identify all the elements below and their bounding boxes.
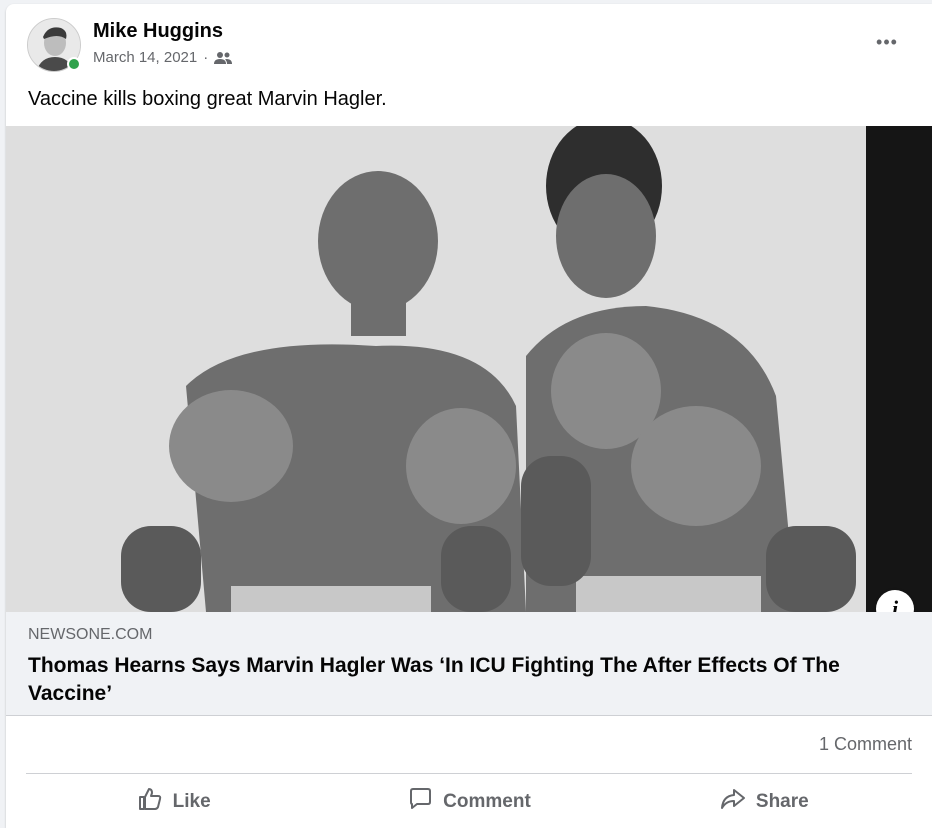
thumbs-up-icon [137, 786, 163, 818]
comment-button[interactable]: Comment [321, 776, 616, 828]
post-header: Mike Huggins March 14, 2021 · ••• Vaccin… [6, 4, 932, 122]
online-status-dot [67, 57, 81, 71]
comment-label: Comment [443, 791, 531, 812]
comments-count[interactable]: 1 Comment [819, 734, 912, 755]
like-label: Like [172, 791, 211, 812]
author-name[interactable]: Mike Huggins [93, 20, 223, 43]
share-icon [720, 786, 746, 818]
link-preview-image[interactable] [6, 126, 932, 612]
link-title[interactable]: Thomas Hearns Says Marvin Hagler Was ‘In… [28, 652, 888, 708]
post-actions: Like Comment Share [26, 776, 912, 828]
post-card: Mike Huggins March 14, 2021 · ••• Vaccin… [6, 4, 932, 828]
share-label: Share [755, 791, 809, 812]
more-options-icon[interactable]: ••• [869, 28, 905, 56]
like-button[interactable]: Like [26, 776, 321, 828]
post-meta: March 14, 2021 · [93, 49, 233, 66]
post-date[interactable]: March 14, 2021 [93, 49, 197, 66]
share-button[interactable]: Share [617, 776, 912, 828]
link-domain: NEWSONE.COM [28, 626, 153, 643]
comment-icon [407, 786, 433, 818]
meta-separator: · [203, 49, 209, 66]
link-preview[interactable]: NEWSONE.COM Thomas Hearns Says Marvin Ha… [6, 612, 932, 716]
friends-icon[interactable] [214, 51, 233, 65]
post-text: Vaccine kills boxing great Marvin Hagler… [28, 88, 387, 110]
actions-divider [26, 773, 912, 774]
